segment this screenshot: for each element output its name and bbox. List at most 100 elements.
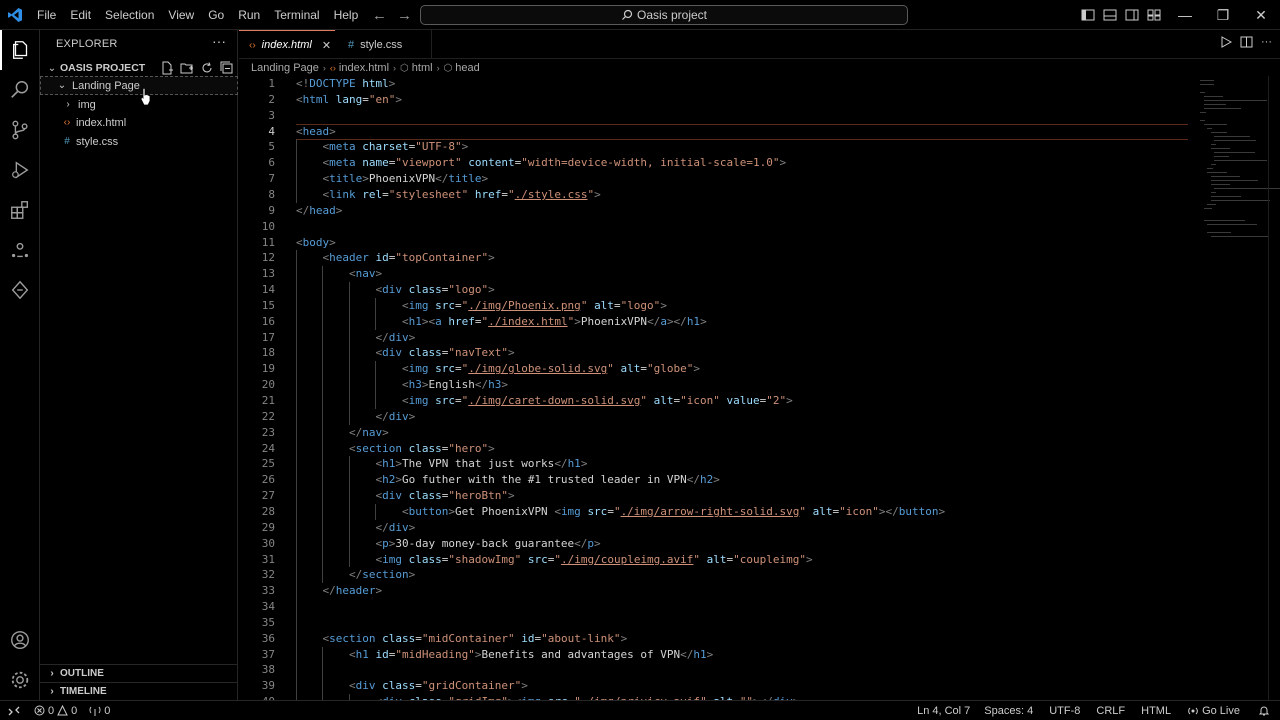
customize-layout-icon[interactable] <box>1146 7 1162 23</box>
code-line[interactable]: 15 <img src="./img/Phoenix.png" alt="log… <box>239 298 1239 314</box>
code-line[interactable]: 32 </section> <box>239 567 1239 583</box>
code-line[interactable]: 29 </div> <box>239 520 1239 536</box>
remote-explorer-icon[interactable] <box>0 270 40 310</box>
code-line[interactable]: 34 <box>239 599 1239 615</box>
code-line[interactable]: 18 <div class="navText"> <box>239 345 1239 361</box>
indentation[interactable]: Spaces: 4 <box>976 701 1041 720</box>
code-line[interactable]: 8 <link rel="stylesheet" href="./style.c… <box>239 187 1239 203</box>
code-line[interactable]: 16 <h1><a href="./index.html">PhoenixVPN… <box>239 314 1239 330</box>
menu-go[interactable]: Go <box>201 0 231 30</box>
tree-file-index-html[interactable]: ‹› index.html <box>40 113 238 132</box>
code-line[interactable]: 6 <meta name="viewport" content="width=d… <box>239 155 1239 171</box>
menu-run[interactable]: Run <box>231 0 267 30</box>
code-line[interactable]: 20 <h3>English</h3> <box>239 377 1239 393</box>
code-line[interactable]: 3 <box>239 108 1239 124</box>
source-control-icon[interactable] <box>0 110 40 150</box>
breadcrumb-item[interactable]: head <box>455 62 479 74</box>
code-line[interactable]: 37 <h1 id="midHeading">Benefits and adva… <box>239 647 1239 663</box>
new-folder-icon[interactable] <box>179 60 194 75</box>
run-file-icon[interactable] <box>1220 36 1233 51</box>
ports-indicator[interactable]: 0 <box>83 701 116 720</box>
menu-terminal[interactable]: Terminal <box>267 0 326 30</box>
code-line[interactable]: 38 <box>239 662 1239 678</box>
breadcrumb-item[interactable]: index.html <box>339 62 389 74</box>
extensions-icon[interactable] <box>0 190 40 230</box>
code-line[interactable]: 28 <button>Get PhoenixVPN <img src="./im… <box>239 504 1239 520</box>
code-line[interactable]: 33 </header> <box>239 583 1239 599</box>
cursor-position[interactable]: Ln 4, Col 7 <box>911 701 976 720</box>
code-line[interactable]: 30 <p>30-day money-back guarantee</p> <box>239 536 1239 552</box>
breadcrumb-item[interactable]: Landing Page <box>251 62 319 74</box>
code-line[interactable]: 14 <div class="logo"> <box>239 282 1239 298</box>
command-center-search[interactable]: Oasis project <box>420 5 908 25</box>
code-line[interactable]: 26 <h2>Go futher with the #1 trusted lea… <box>239 472 1239 488</box>
menu-help[interactable]: Help <box>327 0 366 30</box>
code-line[interactable]: 23 </nav> <box>239 425 1239 441</box>
close-tab-icon[interactable]: ✕ <box>322 39 331 52</box>
menu-file[interactable]: File <box>30 0 63 30</box>
restore-icon[interactable]: ❐ <box>1204 0 1242 30</box>
new-file-icon[interactable] <box>159 60 174 75</box>
accounts-icon[interactable] <box>0 620 40 660</box>
editor-scrollbar[interactable] <box>1268 76 1280 700</box>
minimap[interactable] <box>1192 76 1280 256</box>
notifications-bell-icon[interactable] <box>1248 701 1280 720</box>
encoding[interactable]: UTF-8 <box>1041 701 1088 720</box>
tab-index-html[interactable]: ‹› index.html ✕ <box>239 30 335 59</box>
code-line[interactable]: 12 <header id="topContainer"> <box>239 250 1239 266</box>
language-mode[interactable]: HTML <box>1133 701 1179 720</box>
back-arrow-icon[interactable]: ← <box>372 7 387 24</box>
code-line[interactable]: 25 <h1>The VPN that just works</h1> <box>239 456 1239 472</box>
tree-folder-landing-page[interactable]: ⌄ Landing Page <box>40 76 238 95</box>
toggle-primary-sidebar-icon[interactable] <box>1080 7 1096 23</box>
run-debug-icon[interactable] <box>0 150 40 190</box>
toggle-panel-icon[interactable] <box>1102 7 1118 23</box>
code-line[interactable]: 2 <html lang="en"> <box>239 92 1239 108</box>
search-view-icon[interactable] <box>0 70 40 110</box>
outline-panel-header[interactable]: › OUTLINE <box>40 664 238 682</box>
code-line[interactable]: 24 <section class="hero"> <box>239 441 1239 457</box>
code-line[interactable]: 36 <section class="midContainer" id="abo… <box>239 631 1239 647</box>
code-line[interactable]: 13 <nav> <box>239 266 1239 282</box>
code-line[interactable]: 9 </head> <box>239 203 1239 219</box>
problems-indicator[interactable]: 0 0 <box>28 701 83 720</box>
code-line[interactable]: 5 <meta charset="UTF-8"> <box>239 139 1239 155</box>
code-line[interactable]: 31 <img class="shadowImg" src="./img/cou… <box>239 552 1239 568</box>
menu-edit[interactable]: Edit <box>63 0 98 30</box>
refresh-icon[interactable] <box>199 60 214 75</box>
more-actions-icon[interactable]: ··· <box>1261 36 1272 51</box>
timeline-panel-header[interactable]: › TIMELINE <box>40 682 238 700</box>
code-line[interactable]: 1 <!DOCTYPE html> <box>239 76 1239 92</box>
toggle-secondary-sidebar-icon[interactable] <box>1124 7 1140 23</box>
remote-indicator-icon[interactable] <box>0 701 28 720</box>
code-line[interactable]: 11 <body> <box>239 235 1239 251</box>
collapse-all-icon[interactable] <box>219 60 234 75</box>
tree-file-style-css[interactable]: # style.css <box>40 132 238 151</box>
code-line[interactable]: 27 <div class="heroBtn"> <box>239 488 1239 504</box>
code-line[interactable]: 39 <div class="gridContainer"> <box>239 678 1239 694</box>
line-endings[interactable]: CRLF <box>1088 701 1133 720</box>
close-window-icon[interactable]: ✕ <box>1242 0 1280 30</box>
code-editor[interactable]: 1 <!DOCTYPE html> 2 <html lang="en"> 3 4 <head… <box>239 76 1280 700</box>
code-line[interactable]: 21 <img src="./img/caret-down-solid.svg"… <box>239 393 1239 409</box>
code-line[interactable]: 10 <box>239 219 1239 235</box>
split-editor-icon[interactable] <box>1240 36 1253 51</box>
live-share-icon[interactable] <box>0 230 40 270</box>
code-line[interactable]: 35 <box>239 615 1239 631</box>
menu-view[interactable]: View <box>161 0 201 30</box>
tree-folder-img[interactable]: › img <box>40 95 238 114</box>
code-line[interactable]: 22 </div> <box>239 409 1239 425</box>
menu-selection[interactable]: Selection <box>98 0 161 30</box>
tab-style-css[interactable]: # style.css <box>336 30 432 59</box>
forward-arrow-icon[interactable]: → <box>397 7 412 24</box>
code-line[interactable]: 17 </div> <box>239 330 1239 346</box>
project-section-header[interactable]: ⌄ OASIS PROJECT <box>40 58 238 78</box>
code-line[interactable]: 7 <title>PhoenixVPN</title> <box>239 171 1239 187</box>
settings-gear-icon[interactable] <box>0 660 40 700</box>
more-actions-icon[interactable]: ··· <box>212 33 226 49</box>
minimize-icon[interactable]: — <box>1166 0 1204 30</box>
code-line[interactable]: 19 <img src="./img/globe-solid.svg" alt=… <box>239 361 1239 377</box>
go-live-button[interactable]: Go Live <box>1179 701 1248 720</box>
breadcrumb-item[interactable]: html <box>412 62 433 74</box>
code-line[interactable]: 4 <head> <box>239 124 1239 140</box>
